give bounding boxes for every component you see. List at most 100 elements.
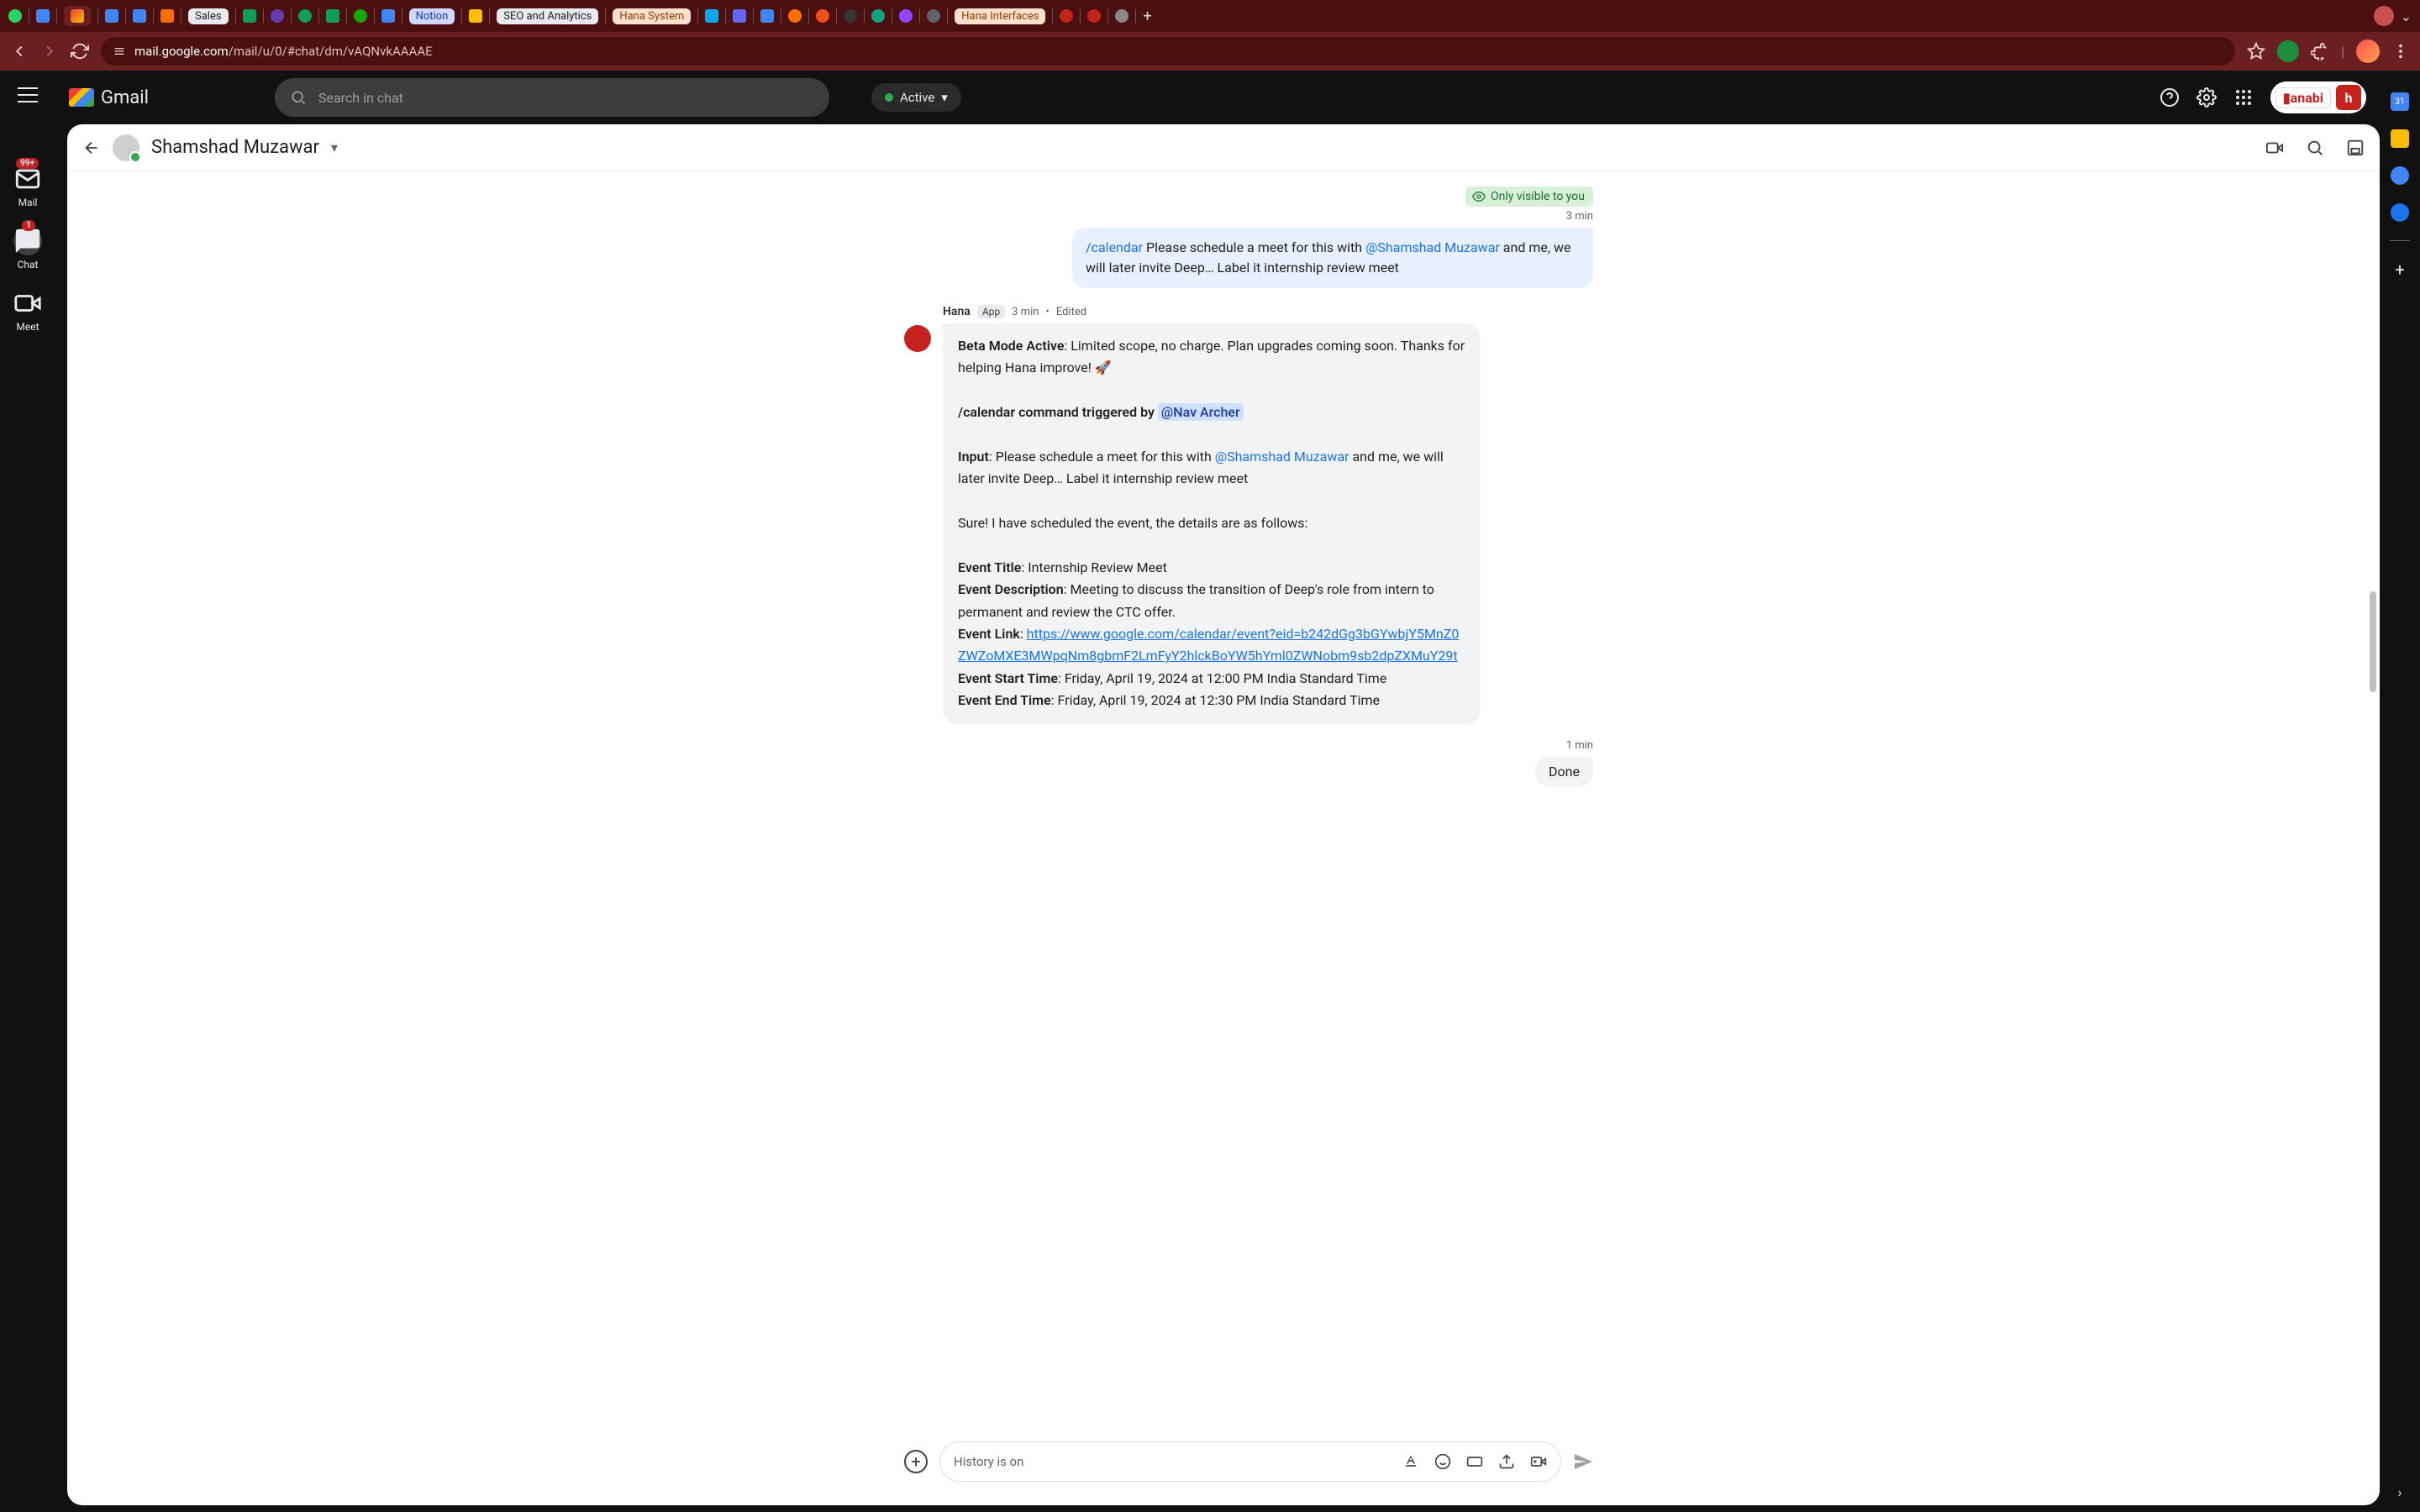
tab-doc-icon-1[interactable] (133, 9, 146, 23)
search-in-conversation-icon[interactable] (2306, 139, 2324, 157)
gmail-logo[interactable]: Gmail (69, 87, 149, 108)
tab-purple-icon[interactable] (271, 9, 284, 23)
tab-gear-icon[interactable] (927, 9, 940, 23)
gif-icon[interactable] (1466, 1453, 1483, 1470)
extensions-icon[interactable] (2311, 42, 2329, 60)
chrome-user-avatar[interactable] (2356, 39, 2380, 63)
tab-cal-icon-2[interactable] (105, 9, 118, 23)
tab-fire-icon[interactable] (160, 9, 174, 23)
tab-openai-icon[interactable] (844, 9, 857, 23)
forward-icon (40, 42, 59, 60)
search-icon (290, 89, 307, 106)
apps-grid-icon[interactable] (2233, 87, 2254, 108)
tab-mix-icon[interactable] (705, 9, 718, 23)
collapse-panel-icon[interactable]: › (2398, 1484, 2402, 1500)
hana-message-bubble[interactable]: Beta Mode Active: Limited scope, no char… (943, 323, 1481, 724)
gmail-left-rail: 99+ Mail 1 Chat Meet (0, 71, 55, 1512)
emoji-icon[interactable] (1434, 1453, 1451, 1470)
tab-figma-icon[interactable] (816, 9, 829, 23)
tab-mongo-icon[interactable] (871, 9, 885, 23)
tab-sales[interactable]: Sales (188, 8, 229, 24)
add-attachment-button[interactable]: + (904, 1450, 928, 1473)
chat-scroll-area[interactable]: Only visible to you 3 min /calendar Plea… (67, 171, 2380, 1430)
rail-mail[interactable]: 99+ Mail (13, 165, 42, 208)
tab-avatar-1[interactable] (1060, 9, 1073, 23)
tab-hana-interfaces[interactable]: Hana Interfaces (955, 8, 1045, 24)
search-input[interactable]: Search in chat (275, 78, 829, 117)
rail-chat[interactable]: 1 Chat (13, 227, 42, 270)
back-icon[interactable] (10, 42, 29, 60)
help-icon[interactable] (2160, 87, 2180, 108)
tab-doc-icon-3[interactable] (760, 9, 774, 23)
outgoing-message[interactable]: /calendar Please schedule a meet for thi… (1072, 228, 1593, 288)
chevron-down-icon: ▾ (941, 90, 948, 105)
tab-green-icon-1[interactable] (298, 9, 312, 23)
popout-icon[interactable] (2346, 139, 2365, 157)
tab-grey-icon[interactable] (1115, 9, 1128, 23)
composer: + History is on (67, 1430, 2380, 1505)
reload-icon[interactable] (71, 42, 89, 60)
tab-keep-icon[interactable] (469, 9, 482, 23)
get-addons-icon[interactable]: + (2395, 260, 2404, 280)
tab-whatsapp-icon[interactable] (8, 9, 22, 23)
tasks-addon-icon[interactable] (2391, 166, 2409, 185)
site-settings-icon[interactable] (113, 45, 126, 58)
hana-avatar[interactable] (904, 325, 931, 352)
extension-green-icon[interactable] (2277, 40, 2299, 62)
calendar-addon-icon[interactable]: 31 (2391, 92, 2409, 111)
video-upload-icon[interactable] (1530, 1453, 1547, 1470)
mention-chip[interactable]: @Shamshad Muzawar (1215, 449, 1349, 465)
chevron-down-icon[interactable]: ⌄ (2401, 8, 2412, 24)
tab-gmail[interactable] (64, 6, 91, 26)
dm-title[interactable]: Shamshad Muzawar (151, 137, 319, 158)
tab-violet-icon[interactable] (899, 9, 913, 23)
rail-meet[interactable]: Meet (13, 289, 42, 333)
video-call-icon[interactable] (2265, 139, 2284, 157)
trigger-user-chip[interactable]: @Nav Archer (1158, 403, 1244, 421)
format-text-icon[interactable] (1402, 1453, 1419, 1470)
tab-doc-icon-2[interactable] (381, 9, 395, 23)
tab-sheet-icon-2[interactable] (326, 9, 339, 23)
tab-upwork-icon[interactable] (354, 9, 367, 23)
tab-cal-icon-1[interactable] (36, 9, 50, 23)
main-menu-icon[interactable] (18, 87, 38, 102)
sender-name[interactable]: Hana (943, 305, 971, 318)
tab-notion[interactable]: Notion (409, 8, 455, 24)
tab-sheet-icon-1[interactable] (243, 9, 256, 23)
meet-icon (13, 289, 42, 318)
visibility-badge: Only visible to you (1465, 186, 1593, 207)
outgoing-timestamp: 3 min (904, 210, 1593, 223)
bookmark-star-icon[interactable] (2247, 42, 2265, 60)
presence-dot-icon (885, 93, 893, 102)
dm-avatar[interactable] (113, 134, 139, 161)
tab-avatar-2[interactable] (1087, 9, 1101, 23)
scrollbar-thumb[interactable] (2370, 591, 2376, 692)
back-arrow-icon[interactable] (82, 139, 101, 157)
contacts-addon-icon[interactable] (2391, 203, 2409, 222)
chrome-menu-icon[interactable] (2391, 42, 2410, 60)
chrome-profile-button[interactable] (2374, 6, 2394, 26)
side-panel-rail: 31 + › (2380, 71, 2420, 1512)
event-link[interactable]: https://www.google.com/calendar/event?ei… (958, 626, 1459, 664)
mention-chip[interactable]: @Shamshad Muzawar (1365, 239, 1500, 255)
browser-tab-strip: Sales Notion SEO and Analytics Hana Syst… (0, 0, 2420, 32)
keep-addon-icon[interactable] (2391, 129, 2409, 148)
edited-label: Edited (1056, 306, 1086, 318)
compose-input[interactable]: History is on (939, 1441, 1561, 1482)
browser-address-bar: mail.google.com/mail/u/0/#chat/dm/vAQNvk… (0, 32, 2420, 71)
send-icon[interactable] (1573, 1452, 1593, 1472)
workspace-account-switcher[interactable]: ▮anabi h (2270, 81, 2366, 113)
tab-indigo-icon[interactable] (733, 9, 746, 23)
presence-status[interactable]: Active ▾ (871, 83, 961, 112)
hana-message-row: Hana App 3 min • Edited Beta Mode Active… (904, 305, 1593, 724)
new-tab-plus-icon[interactable]: + (1143, 8, 1151, 25)
outgoing-done-message[interactable]: Done (1535, 757, 1593, 786)
settings-gear-icon[interactable] (2196, 87, 2217, 108)
chevron-down-icon[interactable]: ▾ (331, 139, 338, 155)
url-input[interactable]: mail.google.com/mail/u/0/#chat/dm/vAQNvk… (101, 37, 2235, 66)
upload-icon[interactable] (1498, 1453, 1515, 1470)
tab-cloud-icon[interactable] (788, 9, 802, 23)
rail-divider (2390, 240, 2410, 241)
tab-seo[interactable]: SEO and Analytics (497, 8, 598, 24)
tab-hana-system[interactable]: Hana System (613, 8, 691, 24)
